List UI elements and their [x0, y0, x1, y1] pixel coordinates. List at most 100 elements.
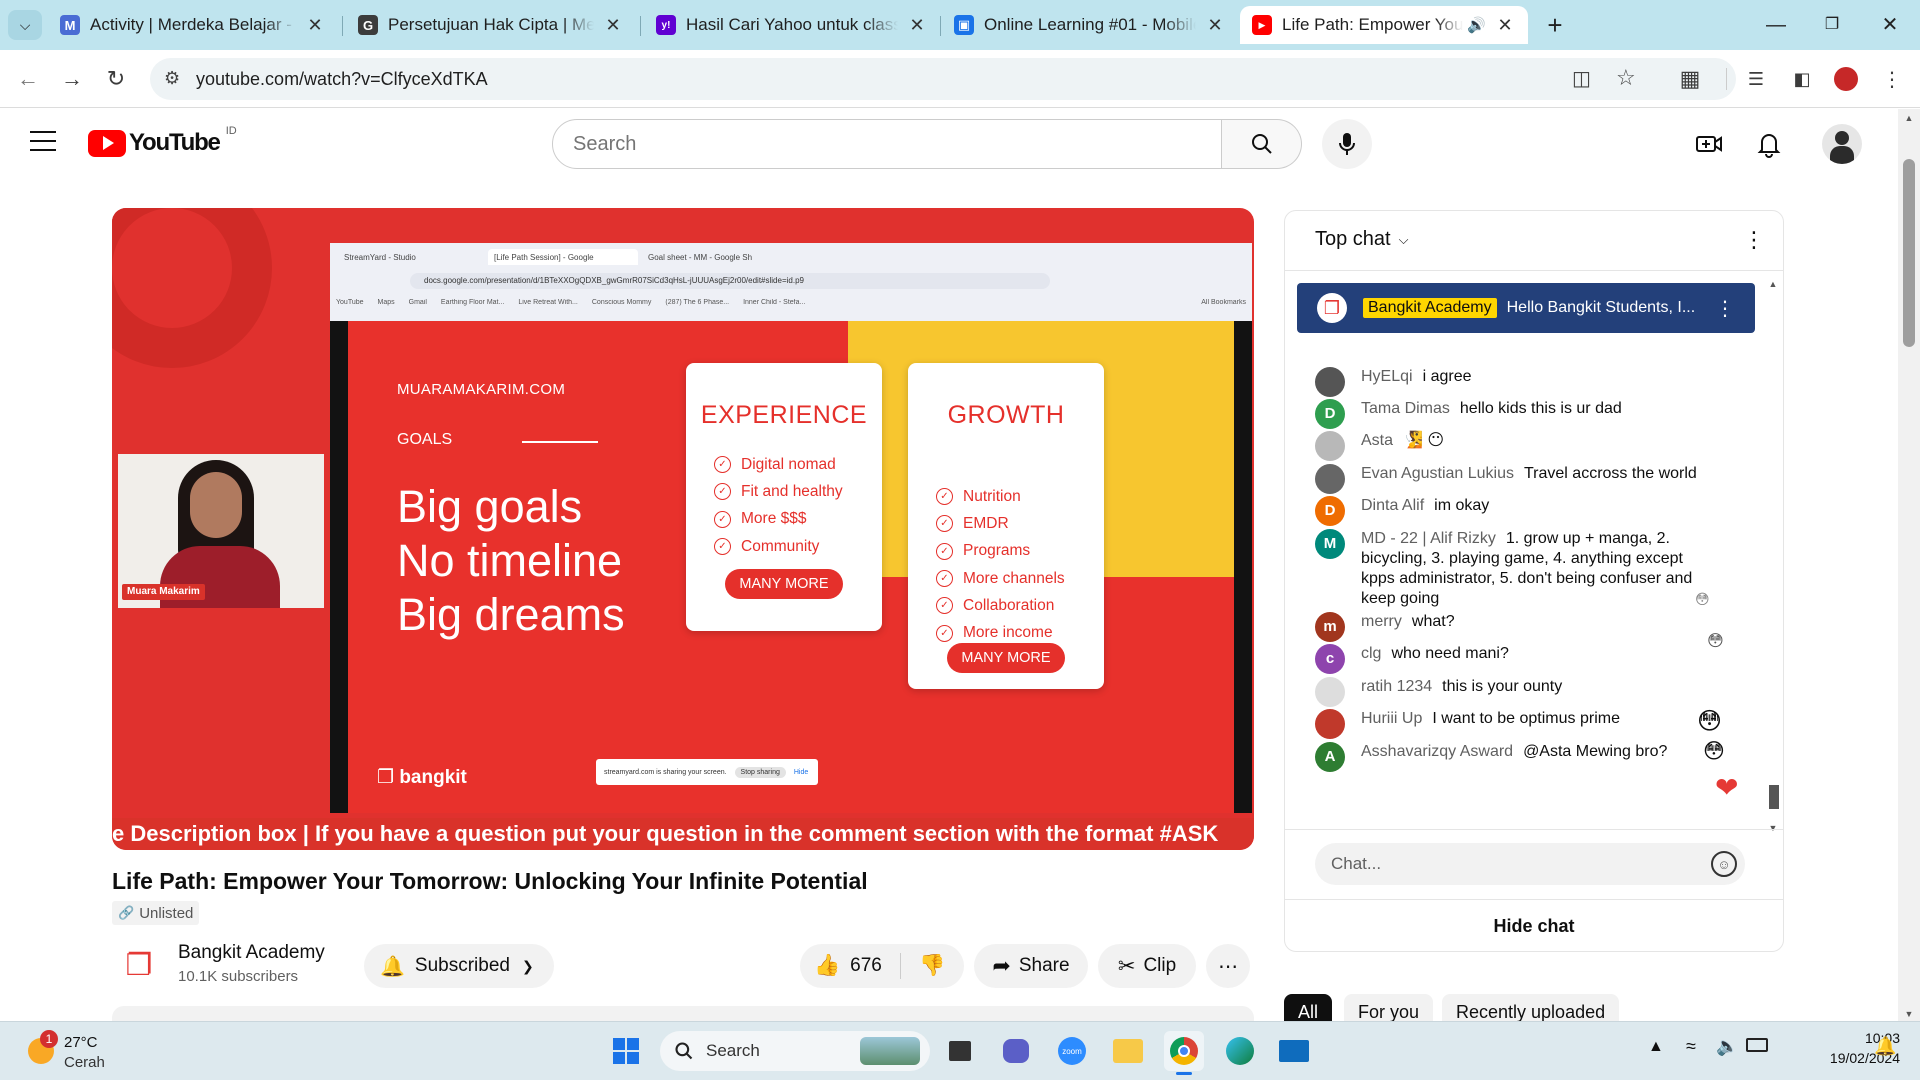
chat-avatar[interactable] — [1315, 709, 1345, 739]
chat-avatar[interactable]: D — [1315, 496, 1345, 526]
reload-button[interactable]: ↻ — [98, 61, 134, 97]
chat-author[interactable]: Huriii Up — [1361, 710, 1422, 727]
profile-avatar[interactable] — [1828, 61, 1864, 97]
share-button[interactable]: ➦ Share — [974, 944, 1088, 988]
chat-message[interactable]: M MD - 22 | Alif Rizky 1. grow up + manga,… — [1315, 529, 1755, 609]
more-actions-button[interactable]: ⋯ — [1206, 944, 1250, 988]
chat-avatar[interactable]: m — [1315, 612, 1345, 642]
chat-avatar[interactable]: c — [1315, 644, 1345, 674]
youtube-logo[interactable]: YouTube ID — [88, 125, 237, 157]
close-icon[interactable]: ✕ — [1204, 15, 1226, 36]
browser-tab-1[interactable]: M Activity | Merdeka Belajar - Kam ✕ — [48, 6, 338, 44]
edge-icon[interactable] — [1220, 1031, 1260, 1071]
hide-chat-button[interactable]: Hide chat — [1285, 899, 1783, 951]
close-icon[interactable]: ✕ — [304, 15, 326, 36]
chat-avatar[interactable]: M — [1315, 529, 1345, 559]
chat-message[interactable]: D Dinta Alif im okay — [1315, 496, 1755, 526]
like-button[interactable]: 👍 676 — [800, 954, 900, 978]
browser-tab-active[interactable]: ▶ Life Path: Empower Your Tor 🔊 ✕ — [1240, 6, 1528, 44]
browser-tab-3[interactable]: y! Hasil Cari Yahoo untuk classroo ✕ — [644, 6, 940, 44]
clip-button[interactable]: ✂ Clip — [1098, 944, 1196, 988]
volume-icon[interactable]: 🔈 — [1716, 1036, 1738, 1057]
browser-menu-icon[interactable]: ⋮ — [1874, 61, 1910, 97]
chat-message[interactable]: ratih 1234 this is your ounty — [1315, 677, 1755, 707]
close-icon[interactable]: ✕ — [906, 15, 928, 36]
chat-author[interactable]: Tama Dimas — [1361, 400, 1450, 417]
chat-avatar[interactable] — [1315, 431, 1345, 461]
site-info-icon[interactable]: ⚙ — [164, 68, 180, 89]
tray-overflow-icon[interactable]: ▲ — [1648, 1038, 1664, 1056]
close-window-button[interactable]: ✕ — [1870, 8, 1910, 42]
address-bar[interactable]: ⚙ youtube.com/watch?v=ClfyceXdTKA ◫ ☆ — [150, 58, 1736, 100]
wifi-icon[interactable]: ≈ — [1686, 1036, 1696, 1057]
hamburger-menu-icon[interactable] — [30, 131, 56, 153]
chrome-icon[interactable] — [1164, 1031, 1204, 1075]
notification-bell-icon[interactable]: 🔔 — [1874, 1036, 1896, 1057]
side-panel-icon[interactable]: ◧ — [1784, 61, 1820, 97]
chat-avatar[interactable]: A — [1315, 742, 1345, 772]
browser-tab-4[interactable]: ▣ Online Learning #01 - Mobile D ✕ — [942, 6, 1238, 44]
search-input[interactable]: Search — [552, 119, 1222, 169]
back-button[interactable]: ← — [10, 61, 46, 97]
restore-button[interactable]: ❐ — [1812, 8, 1852, 42]
emoji-picker-icon[interactable]: ☺ — [1711, 851, 1737, 877]
subscribed-button[interactable]: 🔔 Subscribed ❯ — [364, 944, 554, 988]
speaker-icon[interactable]: 🔊 — [1467, 16, 1486, 34]
browser-tab-2[interactable]: G Persetujuan Hak Cipta | Memuli ✕ — [346, 6, 636, 44]
notifications-bell-icon[interactable] — [1754, 129, 1784, 159]
create-video-icon[interactable] — [1694, 129, 1724, 159]
account-avatar[interactable] — [1822, 124, 1862, 164]
chat-scrollbar-thumb[interactable] — [1769, 785, 1779, 809]
close-icon[interactable]: ✕ — [602, 15, 624, 36]
tab-search-button[interactable]: ⌵ — [8, 10, 42, 40]
install-app-icon[interactable]: ◫ — [1572, 66, 1591, 91]
chat-avatar[interactable] — [1315, 464, 1345, 494]
chat-message[interactable]: D Tama Dimas hello kids this is ur dad — [1315, 399, 1755, 429]
chat-message[interactable]: c clg who need mani? — [1315, 644, 1755, 674]
pinned-menu-icon[interactable]: ⋮ — [1715, 296, 1735, 321]
chat-input[interactable]: Chat... ☺ — [1315, 843, 1745, 885]
chat-avatar[interactable] — [1315, 677, 1345, 707]
chat-mode-dropdown[interactable]: Top chat ⌵ — [1315, 228, 1408, 251]
chat-message[interactable]: A Asshavarizqy Asward @Asta Mewing bro? — [1315, 742, 1755, 772]
chat-author[interactable]: HyELqi — [1361, 368, 1413, 385]
pinned-message[interactable]: ❐ Bangkit Academy Hello Bangkit Students… — [1297, 283, 1755, 333]
chat-author[interactable]: Asta — [1361, 432, 1393, 449]
chat-author[interactable]: Dinta Alif — [1361, 497, 1424, 514]
chat-message[interactable]: Asta 🧏 😶 — [1315, 431, 1755, 461]
media-control-icon[interactable]: ☰ — [1738, 61, 1774, 97]
chat-message[interactable]: Huriii Up I want to be optimus prime — [1315, 709, 1755, 739]
page-scrollbar[interactable]: ▲ ▼ — [1898, 109, 1920, 1021]
battery-icon[interactable] — [1746, 1038, 1768, 1052]
chat-author[interactable]: MD - 22 | Alif Rizky — [1361, 530, 1496, 547]
file-explorer-icon[interactable] — [1108, 1031, 1148, 1071]
bookmark-star-icon[interactable]: ☆ — [1616, 65, 1636, 91]
chat-author[interactable]: ratih 1234 — [1361, 678, 1432, 695]
chat-avatar[interactable]: D — [1315, 399, 1345, 429]
task-view-icon[interactable] — [940, 1031, 980, 1071]
minimize-button[interactable]: — — [1756, 8, 1796, 42]
new-tab-button[interactable]: + — [1538, 10, 1572, 40]
forward-button[interactable]: → — [54, 61, 90, 97]
extensions-icon[interactable]: ▦ — [1672, 61, 1708, 97]
channel-name[interactable]: Bangkit Academy — [178, 942, 325, 964]
start-button[interactable] — [606, 1031, 646, 1071]
teams-chat-icon[interactable] — [996, 1031, 1036, 1071]
voice-search-button[interactable] — [1322, 119, 1372, 169]
close-icon[interactable]: ✕ — [1494, 15, 1516, 36]
chat-message[interactable]: HyELqi i agree — [1315, 367, 1755, 397]
chat-author[interactable]: clg — [1361, 645, 1381, 662]
weather-widget[interactable]: 1 27°C Cerah — [24, 1030, 144, 1074]
taskbar-search[interactable]: Search — [660, 1031, 930, 1071]
chat-message[interactable]: Evan Agustian Lukius Travel accross the w… — [1315, 464, 1755, 494]
mail-icon[interactable] — [1274, 1031, 1314, 1071]
chat-author[interactable]: Evan Agustian Lukius — [1361, 465, 1514, 482]
channel-avatar[interactable]: ❐ — [118, 944, 160, 986]
dislike-button[interactable]: 👎 — [901, 954, 964, 978]
chat-avatar[interactable] — [1315, 367, 1345, 397]
zoom-icon[interactable]: zoom — [1052, 1031, 1092, 1071]
chat-scrollbar[interactable]: ▲ ▼ — [1767, 279, 1779, 833]
page-scrollbar-thumb[interactable] — [1903, 159, 1915, 347]
chat-message[interactable]: m merry what? — [1315, 612, 1755, 642]
video-player[interactable]: StreamYard - Studio [Life Path Session] … — [112, 208, 1254, 850]
